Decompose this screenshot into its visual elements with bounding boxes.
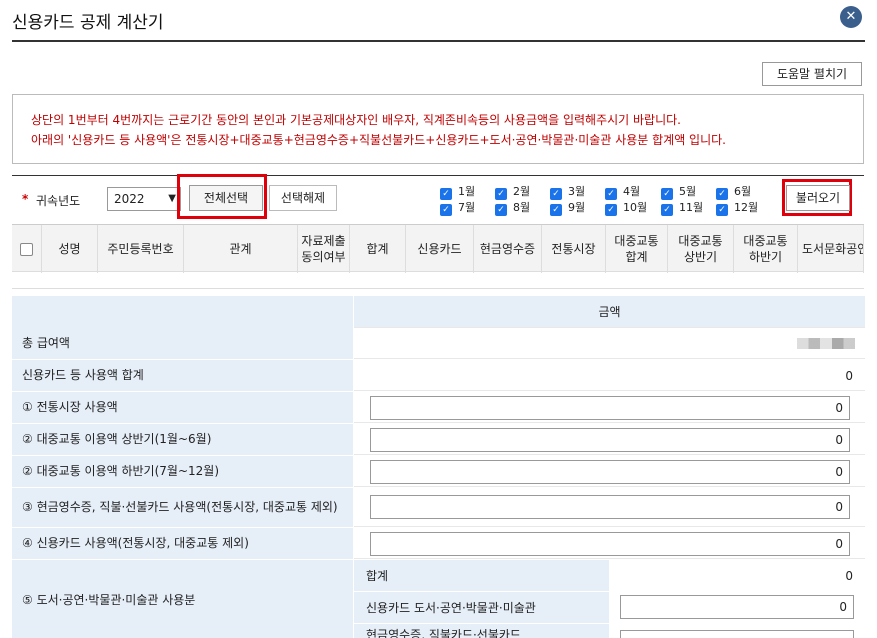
- row-label: ③ 현금영수증, 직불·선불카드 사용액(전통시장, 대중교통 제외): [12, 488, 353, 527]
- culture-cash-label: 현금영수증, 직불카드·선불카드: [354, 624, 609, 638]
- row-culture: ⑤ 도서·공연·박물관·미술관 사용분 합계 0 신용카드 도서·공연·박물관·…: [12, 560, 865, 638]
- month-checkbox-9[interactable]: ✓ 9월: [550, 201, 606, 216]
- culture-subrows: 합계 0 신용카드 도서·공연·박물관·미술관 0 현금영수증, 직불카드·선불…: [354, 560, 865, 638]
- redacted-value: [797, 338, 855, 349]
- check-icon: ✓: [550, 204, 562, 216]
- row-label: ⑤ 도서·공연·박물관·미술관 사용분: [12, 560, 353, 638]
- check-icon: ✓: [661, 204, 673, 216]
- month-checkbox-7[interactable]: ✓ 7월: [440, 201, 496, 216]
- row-cash-receipt: ③ 현금영수증, 직불·선불카드 사용액(전통시장, 대중교통 제외) 0: [12, 488, 865, 528]
- month-checkbox-11[interactable]: ✓ 11월: [661, 201, 717, 216]
- year-label: 귀속년도: [36, 194, 81, 208]
- help-toggle-button[interactable]: 도움말 펼치기: [762, 62, 862, 86]
- check-icon: ✓: [495, 188, 507, 200]
- check-icon: ✓: [605, 204, 617, 216]
- notice-box: 상단의 1번부터 4번까지는 근로기간 동안의 본인과 기본공제대상자인 배우자…: [12, 94, 864, 164]
- month-checkbox-6[interactable]: ✓ 6월: [716, 185, 772, 200]
- month-checkboxes: ✓ 1월 ✓ 2월 ✓ 3월 ✓ 4월 ✓ 5월 ✓ 6월 ✓ 7월 ✓ 8월 ✓ 9월 ✓ 10월…: [440, 185, 770, 219]
- row-value: 0: [354, 360, 865, 391]
- select-all-button[interactable]: 전체선택: [189, 185, 263, 211]
- close-icon[interactable]: ✕: [840, 6, 862, 28]
- check-icon: ✓: [440, 204, 452, 216]
- header-checkbox[interactable]: [20, 242, 33, 256]
- culture-cash-input[interactable]: [620, 630, 854, 638]
- col-culture[interactable]: 도서문화공연: [798, 225, 864, 273]
- amount-header-blank: [12, 296, 353, 328]
- check-icon: ✓: [550, 188, 562, 200]
- row-value: 0: [354, 424, 865, 455]
- culture-sum-value: 0: [845, 569, 853, 583]
- notice-line-1: 상단의 1번부터 4번까지는 근로기간 동안의 본인과 기본공제대상자인 배우자…: [31, 113, 681, 127]
- check-icon: ✓: [716, 188, 728, 200]
- check-icon: ✓: [661, 188, 673, 200]
- culture-sum-label: 합계: [354, 560, 609, 591]
- month-checkbox-12[interactable]: ✓ 12월: [716, 201, 772, 216]
- check-icon: ✓: [495, 204, 507, 216]
- transit-first-half-input[interactable]: 0: [370, 428, 850, 452]
- notice-line-2: 아래의 '신용카드 등 사용액'은 전통시장+대중교통+현금영수증+직불선불카드…: [31, 133, 726, 147]
- culture-credit-input[interactable]: 0: [620, 595, 854, 619]
- month-checkbox-1[interactable]: ✓ 1월: [440, 185, 496, 200]
- amount-header: 금액: [354, 296, 865, 328]
- grid-divider: [12, 288, 864, 289]
- col-transit-first-half[interactable]: 대중교통 상반기: [668, 225, 734, 273]
- deselect-all-button[interactable]: 선택해제: [269, 185, 337, 211]
- col-total[interactable]: 합계: [350, 225, 406, 273]
- traditional-market-input[interactable]: 0: [370, 396, 850, 420]
- window-title: 신용카드 공제 계산기: [12, 13, 164, 33]
- header-checkbox-cell: [12, 225, 42, 273]
- required-mark: *: [22, 192, 29, 206]
- col-resident-number[interactable]: 주민등록번호: [98, 225, 184, 273]
- row-value: 0: [354, 488, 865, 527]
- row-value: [354, 328, 865, 359]
- check-icon: ✓: [716, 204, 728, 216]
- row-label: ① 전통시장 사용액: [12, 392, 353, 423]
- toolbar: * 귀속년도 2022 ▼ 전체선택 선택해제 ✓ 1월 ✓ 2월 ✓ 3월 ✓ 4월 …: [12, 174, 864, 224]
- row-value: 0: [354, 456, 865, 487]
- amount-header-row: 금액: [12, 296, 865, 328]
- row-traditional-market: ① 전통시장 사용액 0: [12, 392, 865, 424]
- load-button[interactable]: 불러오기: [786, 185, 850, 211]
- cash-receipt-input[interactable]: 0: [370, 495, 850, 519]
- row-value: 0: [354, 392, 865, 423]
- year-value: 2022: [114, 192, 145, 206]
- row-transit-first-half: ② 대중교통 이용액 상반기(1월~6월) 0: [12, 424, 865, 456]
- year-select[interactable]: 2022 ▼: [107, 187, 181, 211]
- col-relation[interactable]: 관계: [184, 225, 298, 273]
- row-label: ④ 신용카드 사용액(전통시장, 대중교통 제외): [12, 528, 353, 559]
- col-transit-second-half[interactable]: 대중교통 하반기: [734, 225, 798, 273]
- chevron-down-icon: ▼: [168, 193, 176, 204]
- check-icon: ✓: [605, 188, 617, 200]
- month-checkbox-8[interactable]: ✓ 8월: [495, 201, 551, 216]
- title-divider: [12, 40, 865, 42]
- row-label: 신용카드 등 사용액 합계: [12, 360, 353, 391]
- month-checkbox-2[interactable]: ✓ 2월: [495, 185, 551, 200]
- row-label: ② 대중교통 이용액 상반기(1월~6월): [12, 424, 353, 455]
- row-card-total: 신용카드 등 사용액 합계 0: [12, 360, 865, 392]
- col-consent[interactable]: 자료제출 동의여부: [298, 225, 350, 273]
- row-credit-card: ④ 신용카드 사용액(전통시장, 대중교통 제외) 0: [12, 528, 865, 560]
- month-checkbox-4[interactable]: ✓ 4월: [605, 185, 661, 200]
- row-label: ② 대중교통 이용액 하반기(7월~12월): [12, 456, 353, 487]
- row-value: 0: [354, 528, 865, 559]
- culture-credit-label: 신용카드 도서·공연·박물관·미술관: [354, 592, 609, 623]
- col-traditional-market[interactable]: 전통시장: [542, 225, 606, 273]
- month-checkbox-5[interactable]: ✓ 5월: [661, 185, 717, 200]
- credit-card-input[interactable]: 0: [370, 532, 850, 556]
- transit-second-half-input[interactable]: 0: [370, 460, 850, 484]
- row-label: 총 급여액: [12, 328, 353, 359]
- row-total-salary: 총 급여액: [12, 328, 865, 360]
- grid-header: 성명 주민등록번호 관계 자료제출 동의여부 합계 신용카드 현금영수증 전통시…: [12, 224, 864, 273]
- col-cash-receipt[interactable]: 현금영수증: [474, 225, 542, 273]
- month-checkbox-10[interactable]: ✓ 10월: [605, 201, 661, 216]
- month-checkbox-3[interactable]: ✓ 3월: [550, 185, 606, 200]
- col-credit-card[interactable]: 신용카드: [406, 225, 474, 273]
- col-name[interactable]: 성명: [42, 225, 98, 273]
- row-transit-second-half: ② 대중교통 이용액 하반기(7월~12월) 0: [12, 456, 865, 488]
- check-icon: ✓: [440, 188, 452, 200]
- col-transit-total[interactable]: 대중교통 합계: [606, 225, 668, 273]
